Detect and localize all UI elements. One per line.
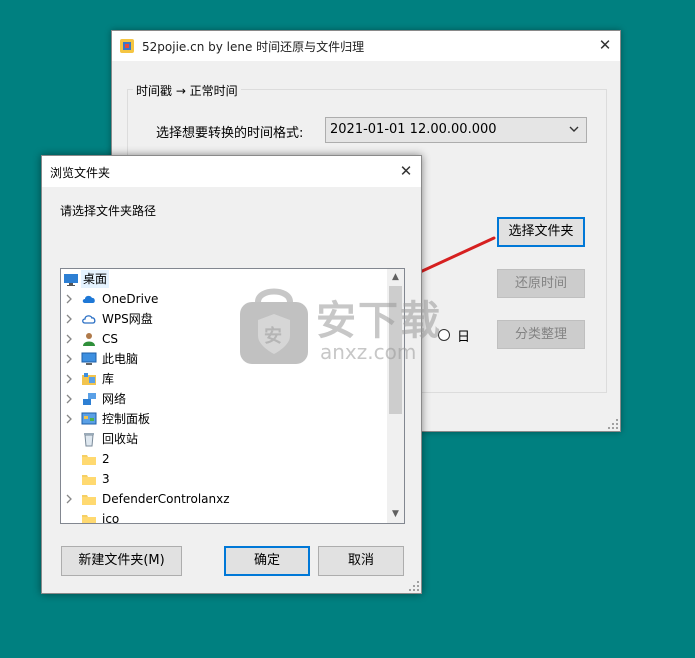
- tree-item-label: WPS网盘: [102, 312, 153, 326]
- tree-item[interactable]: ico: [61, 509, 386, 524]
- scroll-down-icon[interactable]: ▼: [387, 506, 404, 523]
- tree-item[interactable]: 控制面板: [61, 409, 386, 429]
- group-legend: 时间戳 → 正常时间: [133, 82, 241, 99]
- resize-grip-icon[interactable]: [608, 419, 618, 429]
- cloud-outline-icon: [82, 315, 96, 324]
- tree-item-label: 此电脑: [102, 352, 139, 366]
- tree-item-label: 回收站: [102, 432, 139, 446]
- main-window-title: 52pojie.cn by lene 时间还原与文件归理: [142, 40, 365, 54]
- folder-icon: [82, 515, 96, 523]
- ok-button[interactable]: 确定: [224, 546, 310, 576]
- chevron-right-icon[interactable]: [64, 354, 74, 364]
- tree-item-label: 2: [102, 452, 110, 466]
- main-title-bar[interactable]: 52pojie.cn by lene 时间还原与文件归理 ✕: [112, 31, 620, 61]
- dialog-prompt: 请选择文件夹路径: [60, 204, 157, 218]
- tree-item[interactable]: 3: [61, 469, 386, 489]
- tree-item-label: DefenderControlanxz: [102, 492, 230, 506]
- restore-time-button[interactable]: 还原时间: [497, 269, 585, 298]
- user-icon: [83, 333, 95, 346]
- chevron-right-icon[interactable]: [64, 374, 74, 384]
- watermark: 安 安下载 anxz.com: [236, 284, 466, 370]
- network-icon: [83, 393, 96, 405]
- tree-item-label: CS: [102, 332, 118, 346]
- new-folder-button[interactable]: 新建文件夹(M): [61, 546, 182, 576]
- tree-item-label: 3: [102, 472, 110, 486]
- watermark-domain: anxz.com: [320, 340, 417, 364]
- desktop-icon: [64, 274, 78, 286]
- chevron-right-icon[interactable]: [64, 394, 74, 404]
- select-folder-button[interactable]: 选择文件夹: [497, 217, 585, 247]
- tree-item[interactable]: 2: [61, 449, 386, 469]
- chevron-down-icon: [569, 126, 579, 132]
- folder-icon: [82, 455, 96, 465]
- browse-folder-dialog: 浏览文件夹 ✕ 请选择文件夹路径 桌面 OneDrive WPS网盘 CS 此电脑库网络…: [41, 155, 422, 594]
- dialog-close-button[interactable]: ✕: [391, 156, 421, 186]
- tree-item[interactable]: DefenderControlanxz: [61, 489, 386, 509]
- tree-item-label: 库: [102, 372, 115, 386]
- chevron-right-icon[interactable]: [64, 334, 74, 344]
- dialog-resize-grip-icon[interactable]: [409, 581, 419, 591]
- time-format-select[interactable]: 2021-01-01 12.00.00.000: [325, 117, 587, 143]
- tree-item-label: OneDrive: [102, 292, 159, 306]
- computer-icon: [81, 352, 97, 365]
- chevron-right-icon[interactable]: [64, 414, 74, 424]
- folder-icon: [82, 495, 96, 505]
- tree-item[interactable]: 库: [61, 369, 386, 389]
- watermark-brand-cn: 安下载: [316, 298, 442, 344]
- tree-item-label: 网络: [102, 392, 127, 406]
- time-format-value: 2021-01-01 12.00.00.000: [330, 122, 497, 137]
- control-panel-icon: [81, 412, 97, 425]
- tree-item[interactable]: 回收站: [61, 429, 386, 449]
- cancel-button[interactable]: 取消: [318, 546, 404, 576]
- tree-item-label: 桌面: [81, 270, 110, 288]
- recycle-bin-icon: [84, 433, 94, 447]
- tree-item-label: ico: [102, 512, 120, 524]
- tree-item-label: 控制面板: [102, 412, 151, 426]
- app-icon: [120, 39, 134, 53]
- main-close-button[interactable]: ✕: [590, 31, 620, 61]
- folder-icon: [82, 475, 96, 485]
- chevron-right-icon[interactable]: [64, 494, 74, 504]
- library-icon: [82, 373, 96, 385]
- dialog-title-bar[interactable]: 浏览文件夹 ✕: [42, 156, 421, 187]
- dialog-title: 浏览文件夹: [50, 166, 111, 180]
- tree-item[interactable]: 网络: [61, 389, 386, 409]
- watermark-logo-glyph: 安: [264, 326, 282, 347]
- cloud-icon: [82, 295, 95, 303]
- chevron-right-icon[interactable]: [64, 294, 74, 304]
- classify-button[interactable]: 分类整理: [497, 320, 585, 349]
- chevron-right-icon[interactable]: [64, 314, 74, 324]
- format-label: 选择想要转换的时间格式:: [156, 126, 304, 141]
